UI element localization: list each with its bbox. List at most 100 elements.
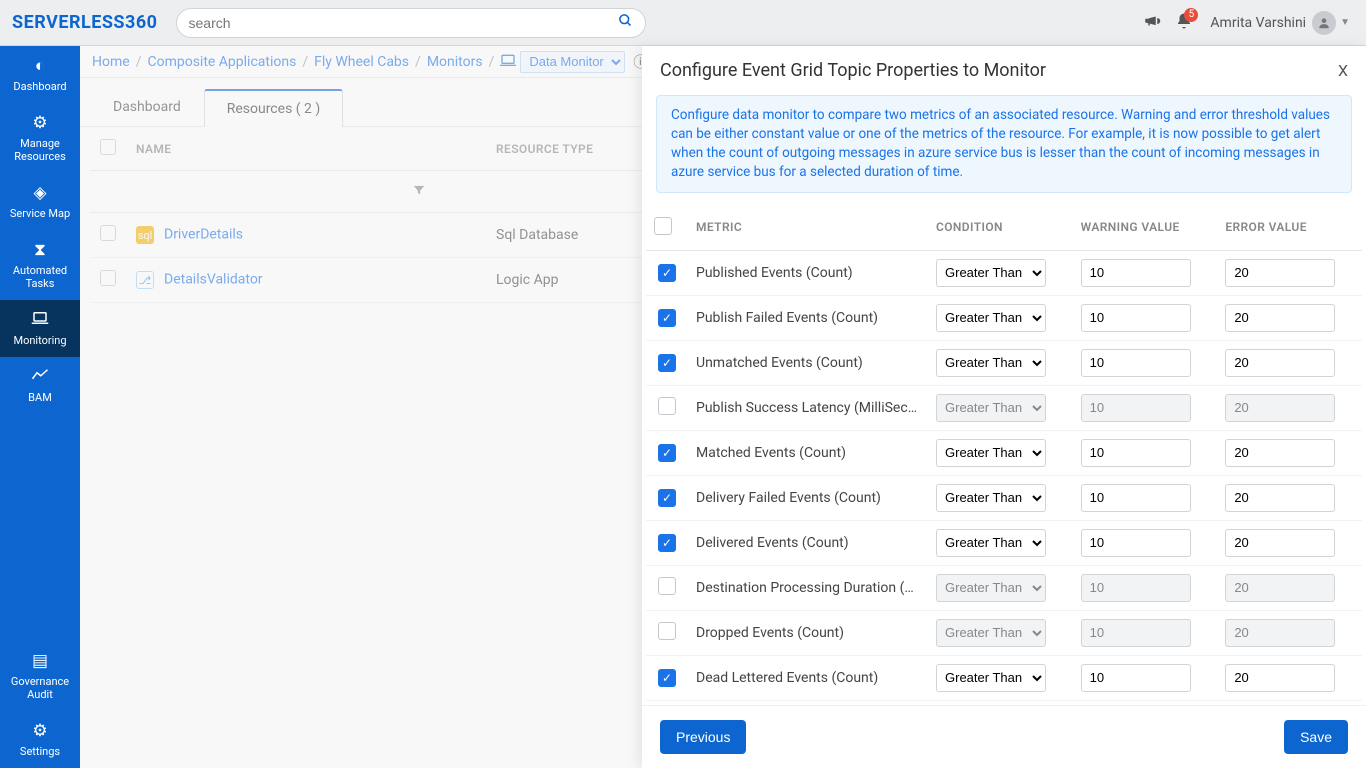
panel-title: Configure Event Grid Topic Properties to…: [660, 60, 1338, 81]
sidebar-item-bam[interactable]: BAM: [0, 357, 80, 414]
metric-checkbox[interactable]: ✓: [658, 354, 676, 372]
condition-select[interactable]: Greater Than: [936, 664, 1046, 692]
warning-input[interactable]: [1081, 259, 1191, 287]
warning-input[interactable]: [1081, 439, 1191, 467]
metric-checkbox[interactable]: ✓: [658, 264, 676, 282]
metric-name: Unmatched Events (Count): [688, 340, 928, 385]
error-input[interactable]: [1225, 619, 1335, 647]
condition-select[interactable]: Greater Than: [936, 259, 1046, 287]
search-input[interactable]: [189, 15, 618, 31]
error-input[interactable]: [1225, 304, 1335, 332]
monitor-select[interactable]: Data Monitor: [520, 51, 625, 73]
metric-name: Publish Failed Events (Count): [688, 295, 928, 340]
announce-icon[interactable]: [1136, 12, 1168, 34]
avatar[interactable]: [1312, 11, 1336, 35]
bell-icon[interactable]: 5: [1168, 12, 1200, 34]
error-input[interactable]: [1225, 529, 1335, 557]
condition-select[interactable]: Greater Than: [936, 394, 1046, 422]
condition-select[interactable]: Greater Than: [936, 574, 1046, 602]
error-input[interactable]: [1225, 394, 1335, 422]
tab-resources[interactable]: Resources ( 2 ): [204, 89, 344, 127]
sidebar-item-governance[interactable]: ▤ Governance Audit: [0, 641, 80, 711]
select-all-checkbox[interactable]: [100, 139, 116, 155]
metric-name: Dead Lettered Events (Count): [688, 655, 928, 700]
metric-checkbox[interactable]: ✓: [658, 534, 676, 552]
search-icon[interactable]: [618, 13, 633, 32]
metrics-table: METRIC CONDITION WARNING VALUE ERROR VAL…: [646, 205, 1362, 701]
row-checkbox[interactable]: [100, 270, 116, 286]
sidebar-item-label: BAM: [28, 391, 52, 404]
error-input[interactable]: [1225, 574, 1335, 602]
metric-row: ✓ Delivered Events (Count) Greater Than: [646, 520, 1362, 565]
crumb-monitors[interactable]: Monitors: [427, 54, 483, 70]
metric-checkbox[interactable]: [658, 397, 676, 415]
cube-icon: ◈: [4, 183, 76, 203]
search-box[interactable]: [176, 8, 646, 38]
condition-select[interactable]: Greater Than: [936, 304, 1046, 332]
sidebar-item-automated-tasks[interactable]: ⧗ Automated Tasks: [0, 230, 80, 300]
metric-row: ✓Matched Events (Count)Greater Than: [646, 430, 1362, 475]
warning-input[interactable]: [1081, 529, 1191, 557]
metric-name: Delivery Failed Events (Count): [688, 475, 928, 520]
metric-checkbox[interactable]: ✓: [658, 669, 676, 687]
metric-checkbox[interactable]: ✓: [658, 309, 676, 327]
laptop-icon: [4, 310, 76, 330]
previous-button[interactable]: Previous: [660, 720, 746, 754]
warning-input[interactable]: [1081, 574, 1191, 602]
warning-input[interactable]: [1081, 619, 1191, 647]
filter-icon[interactable]: [126, 171, 486, 213]
sidebar-item-manage-resources[interactable]: ⚙ Manage Resources: [0, 103, 80, 173]
sidebar-item-monitoring[interactable]: Monitoring: [0, 300, 80, 357]
metric-checkbox[interactable]: ✓: [658, 489, 676, 507]
metric-name: Published Events (Count): [688, 250, 928, 295]
dashboard-icon: ◐: [4, 56, 76, 76]
metrics-select-all[interactable]: [654, 217, 672, 235]
condition-select[interactable]: Greater Than: [936, 529, 1046, 557]
warning-input[interactable]: [1081, 484, 1191, 512]
sidebar-item-label: Automated Tasks: [13, 264, 67, 290]
panel-description: Configure data monitor to compare two me…: [656, 95, 1352, 193]
crumb-composite-apps[interactable]: Composite Applications: [147, 54, 296, 70]
resource-link[interactable]: DriverDetails: [164, 227, 243, 243]
condition-select[interactable]: Greater Than: [936, 619, 1046, 647]
condition-select[interactable]: Greater Than: [936, 439, 1046, 467]
warning-input[interactable]: [1081, 304, 1191, 332]
metric-checkbox[interactable]: ✓: [658, 444, 676, 462]
crumb-app[interactable]: Fly Wheel Cabs: [314, 54, 409, 70]
metric-row: Dropped Events (Count)Greater Than: [646, 610, 1362, 655]
error-input[interactable]: [1225, 484, 1335, 512]
close-icon[interactable]: X: [1338, 61, 1348, 80]
crumb-home[interactable]: Home: [92, 54, 130, 70]
metric-checkbox[interactable]: [658, 577, 676, 595]
condition-select[interactable]: Greater Than: [936, 349, 1046, 377]
sidebar-item-label: Service Map: [10, 207, 70, 220]
warning-input[interactable]: [1081, 664, 1191, 692]
resource-link[interactable]: DetailsValidator: [164, 272, 263, 288]
book-icon: ▤: [4, 651, 76, 671]
row-checkbox[interactable]: [100, 225, 116, 241]
sidebar-item-dashboard[interactable]: ◐ Dashboard: [0, 46, 80, 103]
col-condition: CONDITION: [928, 205, 1073, 251]
metric-name: Delivered Events (Count): [688, 520, 928, 565]
metric-checkbox[interactable]: [658, 622, 676, 640]
user-menu-caret-icon[interactable]: ▼: [1340, 17, 1350, 28]
error-input[interactable]: [1225, 439, 1335, 467]
sidebar-item-settings[interactable]: ⚙ Settings: [0, 711, 80, 768]
warning-input[interactable]: [1081, 349, 1191, 377]
sidebar-item-label: Monitoring: [13, 334, 66, 347]
save-button[interactable]: Save: [1284, 720, 1348, 754]
error-input[interactable]: [1225, 349, 1335, 377]
chart-icon: [4, 367, 76, 387]
condition-select[interactable]: Greater Than: [936, 484, 1046, 512]
error-input[interactable]: [1225, 664, 1335, 692]
resource-type-icon: ⎇: [136, 271, 154, 289]
tab-dashboard[interactable]: Dashboard: [90, 88, 204, 126]
error-input[interactable]: [1225, 259, 1335, 287]
warning-input[interactable]: [1081, 394, 1191, 422]
monitor-type-icon: [500, 54, 516, 70]
sidebar-item-label: Governance Audit: [11, 675, 69, 701]
topbar: SERVERLESS360 5 Amrita Varshini ▼: [0, 0, 1366, 46]
col-warning: WARNING VALUE: [1073, 205, 1218, 251]
hourglass-icon: ⧗: [4, 240, 76, 260]
sidebar-item-service-map[interactable]: ◈ Service Map: [0, 173, 80, 230]
